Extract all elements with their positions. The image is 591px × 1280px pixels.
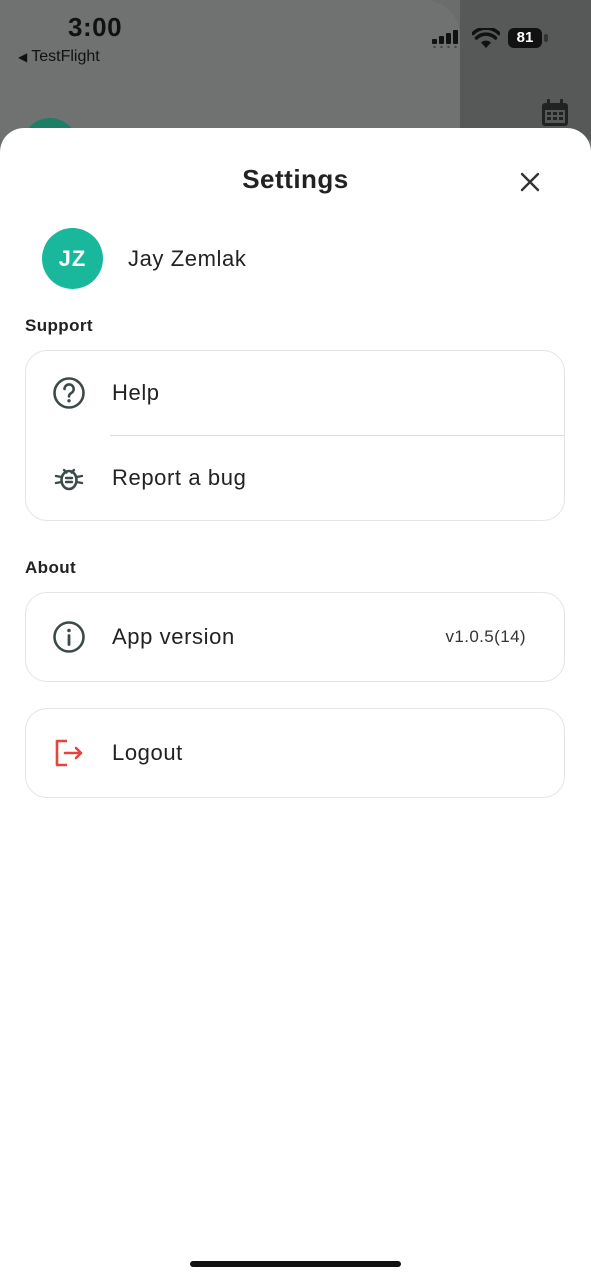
logout-card: Logout [25, 708, 565, 798]
report-bug-item[interactable]: Report a bug [26, 436, 564, 520]
battery-level: 81 [508, 28, 542, 48]
report-bug-label: Report a bug [112, 465, 247, 490]
help-circle-icon [53, 377, 85, 409]
help-label: Help [112, 380, 160, 405]
battery-nub [544, 34, 548, 42]
bug-icon [54, 468, 84, 491]
info-icon [53, 621, 85, 653]
help-item[interactable]: Help [26, 351, 564, 435]
status-time: 3:00 [68, 12, 123, 42]
avatar: JZ [42, 228, 103, 289]
app-version-label: App version [112, 624, 235, 649]
logout-button[interactable]: Logout [26, 709, 564, 797]
cellular-signal-icon [432, 30, 458, 48]
support-heading: Support [25, 316, 93, 335]
about-heading: About [25, 558, 77, 577]
logout-label: Logout [112, 740, 183, 765]
logout-icon [55, 739, 83, 767]
about-card: App version v1.0.5(14) [25, 592, 565, 682]
battery-indicator: 81 [508, 28, 550, 50]
support-card: Help Report a bug [25, 350, 565, 521]
sheet-title: Settings [242, 164, 349, 194]
close-button[interactable] [512, 164, 548, 200]
wifi-icon [472, 28, 500, 48]
home-indicator[interactable] [190, 1261, 401, 1267]
back-arrow-icon: ◀ [18, 50, 28, 64]
calendar-icon [542, 99, 568, 126]
settings-sheet: Settings JZ Jay Zemlak Support Help Repo… [0, 128, 591, 1280]
app-version-value: v1.0.5(14) [445, 627, 526, 646]
back-to-testflight[interactable]: ◀ TestFlight [18, 48, 100, 66]
profile-row: JZ Jay Zemlak [42, 228, 246, 289]
background-app-panel [460, 0, 591, 140]
close-icon [520, 172, 540, 192]
profile-name: Jay Zemlak [128, 245, 247, 271]
back-label: TestFlight [31, 48, 100, 65]
app-version-item: App version v1.0.5(14) [26, 593, 564, 681]
